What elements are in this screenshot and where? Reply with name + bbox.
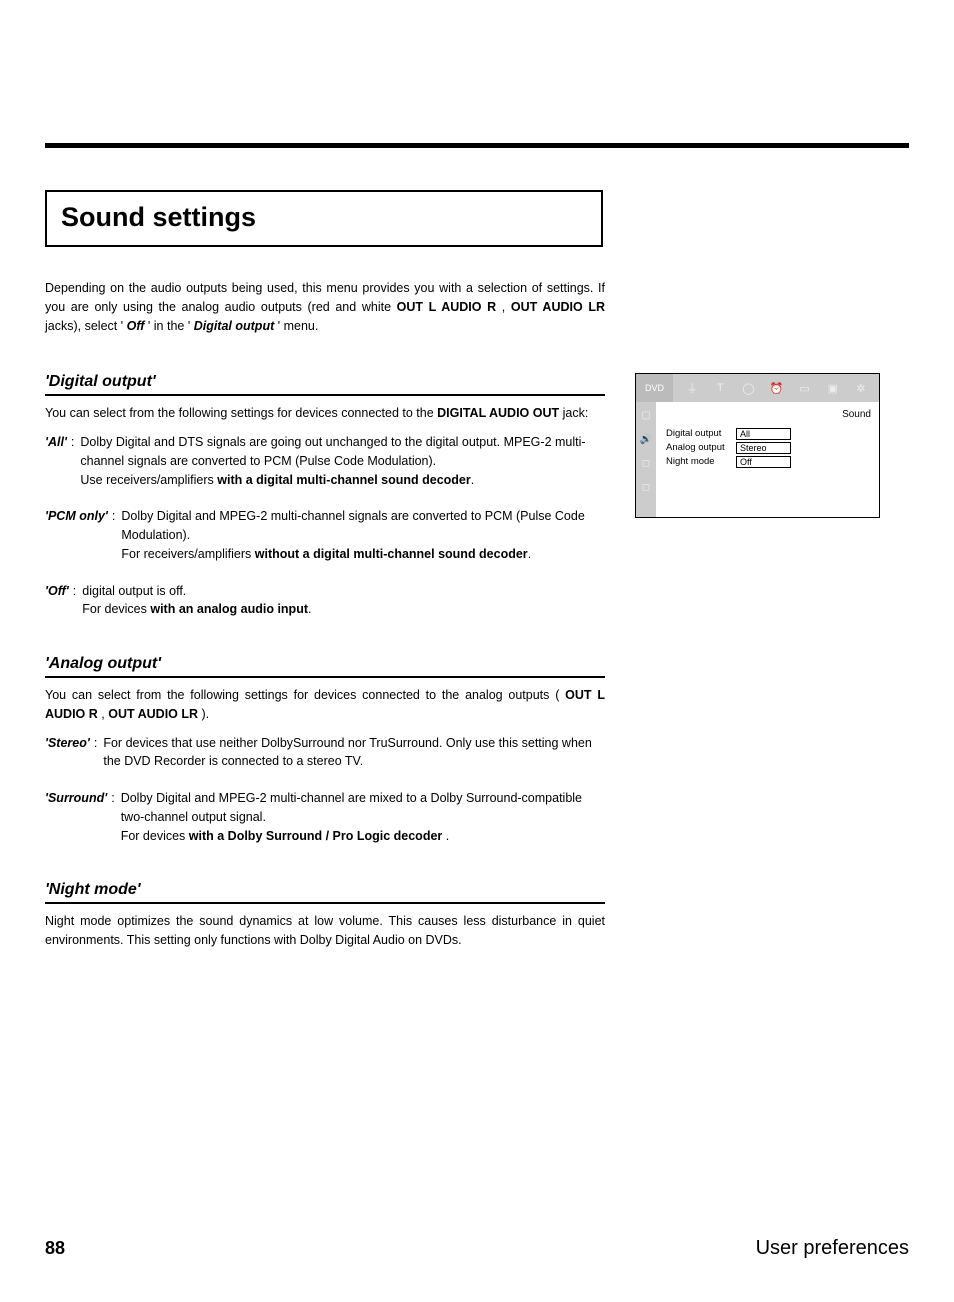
- definition-desc: For devices that use neither DolbySurrou…: [103, 734, 605, 772]
- definition-term: 'Stereo': [45, 734, 90, 772]
- section-intro: You can select from the following settin…: [45, 686, 605, 724]
- intro-paragraph: Depending on the audio outputs being use…: [45, 279, 605, 335]
- timer-icon: ⏰: [769, 381, 783, 395]
- definition-item: 'PCM only' : Dolby Digital and MPEG-2 mu…: [45, 507, 605, 563]
- section-analog-output: 'Analog output' You can select from the …: [45, 655, 605, 845]
- intro-text: ' in the ': [148, 319, 190, 333]
- video-icon: ▢: [639, 408, 653, 422]
- definition-term: 'All': [45, 433, 67, 489]
- gear-icon: ✲: [854, 381, 868, 395]
- colon: :: [108, 507, 121, 563]
- intro-bold: OUT L AUDIO R: [397, 300, 497, 314]
- intro-bold: OUT AUDIO LR: [511, 300, 605, 314]
- definition-item: 'Surround' : Dolby Digital and MPEG-2 mu…: [45, 789, 605, 845]
- osd-row-label: Digital output: [666, 428, 736, 441]
- section-digital-output: 'Digital output' You can select from the…: [45, 373, 605, 619]
- definition-item: 'Stereo' : For devices that use neither …: [45, 734, 605, 772]
- intro-italic: Off: [127, 319, 145, 333]
- intro-text: jacks), select ': [45, 319, 123, 333]
- osd-side-toolbar: ▢ 🔊 ◻ ◻: [636, 402, 656, 517]
- definition-desc: Dolby Digital and MPEG-2 multi-channel s…: [121, 507, 605, 563]
- intro-text: ,: [502, 300, 511, 314]
- section-intro: You can select from the following settin…: [45, 404, 605, 423]
- section-night-mode: 'Night mode' Night mode optimizes the so…: [45, 881, 605, 950]
- definition-term: 'Surround': [45, 789, 107, 845]
- page-title: Sound settings: [61, 202, 581, 233]
- osd-row-value: All: [736, 428, 791, 440]
- osd-row: Digital output All: [666, 428, 871, 441]
- section-heading: 'Analog output': [45, 655, 605, 678]
- footer-section-title: User preferences: [756, 1237, 909, 1260]
- section-body: Night mode optimizes the sound dynamics …: [45, 912, 605, 950]
- disc-icon: ◯: [741, 381, 755, 395]
- osd-row: Analog output Stereo: [666, 442, 871, 455]
- colon: :: [107, 789, 120, 845]
- antenna-icon: ⏚: [685, 381, 699, 395]
- osd-row: Night mode Off: [666, 456, 871, 469]
- definition-item: 'Off' : digital output is off. For devic…: [45, 582, 605, 620]
- definition-term: 'Off': [45, 582, 69, 620]
- screen-icon: ▭: [798, 381, 812, 395]
- osd-row-value: Stereo: [736, 442, 791, 454]
- page-number: 88: [45, 1238, 65, 1259]
- osd-panel-title: Sound: [666, 408, 871, 422]
- lang-icon: ◻: [639, 456, 653, 470]
- osd-top-toolbar: ⏚ T ◯ ⏰ ▭ ▣ ✲: [674, 374, 879, 402]
- definition-desc: Dolby Digital and MPEG-2 multi-channel a…: [121, 789, 605, 845]
- osd-row-value: Off: [736, 456, 791, 468]
- osd-row-label: Night mode: [666, 456, 736, 469]
- definition-desc: digital output is off. For devices with …: [82, 582, 311, 620]
- definition-term: 'PCM only': [45, 507, 108, 563]
- intro-text: ' menu.: [278, 319, 319, 333]
- osd-row-label: Analog output: [666, 442, 736, 455]
- speaker-icon: 🔊: [639, 432, 653, 446]
- colon: :: [90, 734, 103, 772]
- definition-desc: Dolby Digital and DTS signals are going …: [80, 433, 605, 489]
- setup-icon: ◻: [639, 480, 653, 494]
- definition-item: 'All' : Dolby Digital and DTS signals ar…: [45, 433, 605, 489]
- intro-italic: Digital output: [194, 319, 275, 333]
- osd-screenshot: DVD ⏚ T ◯ ⏰ ▭ ▣ ✲ ▢ 🔊 ◻ ◻: [635, 373, 880, 518]
- page-footer: 88 User preferences: [45, 1237, 909, 1260]
- tuner-icon: T: [713, 381, 727, 395]
- osd-dvd-label: DVD: [636, 374, 674, 402]
- top-divider: [45, 143, 909, 148]
- colon: :: [67, 433, 80, 489]
- colon: :: [69, 582, 82, 620]
- page-title-box: Sound settings: [45, 190, 603, 247]
- cassette-icon: ▣: [826, 381, 840, 395]
- section-heading: 'Night mode': [45, 881, 605, 904]
- section-heading: 'Digital output': [45, 373, 605, 396]
